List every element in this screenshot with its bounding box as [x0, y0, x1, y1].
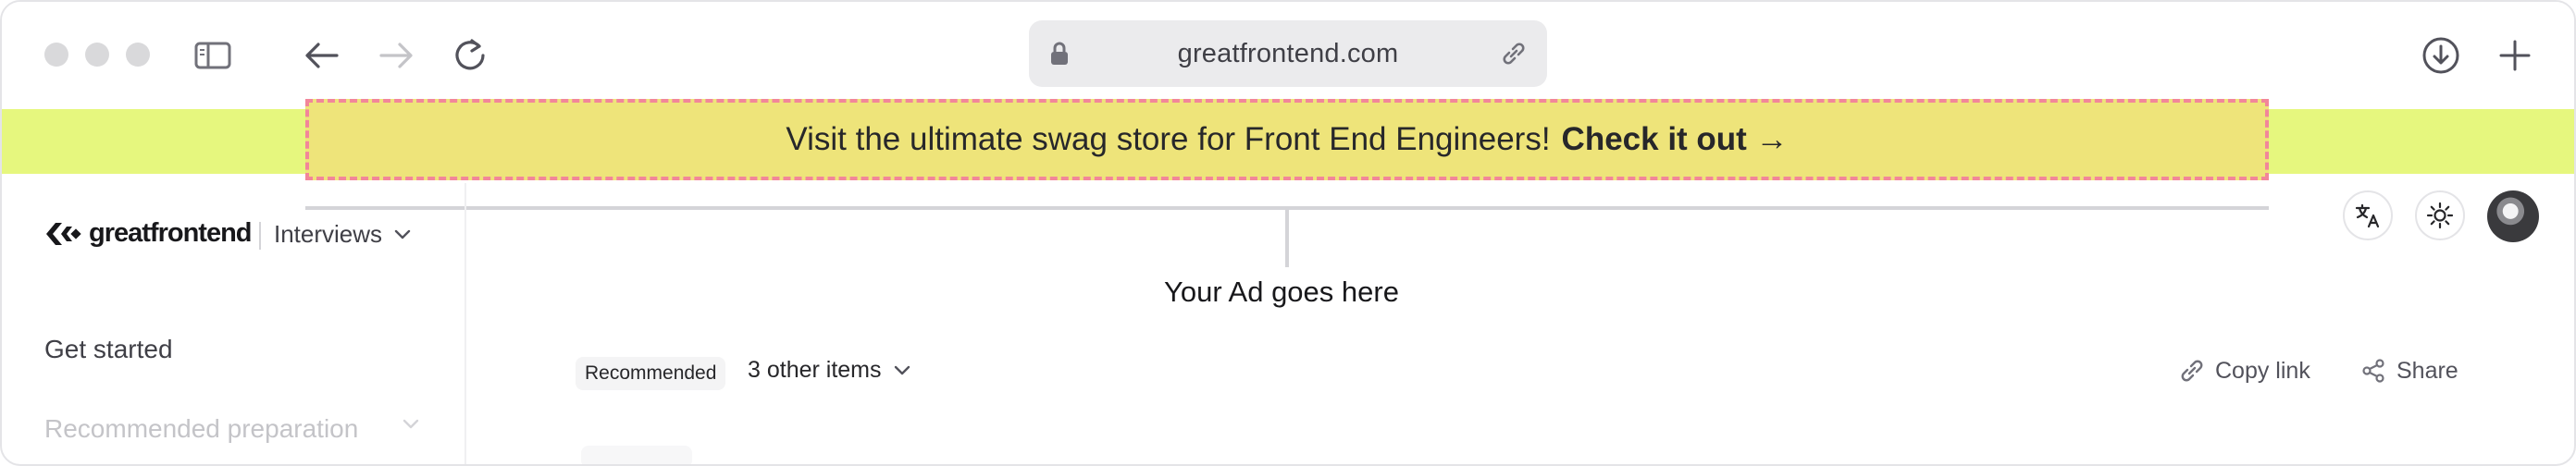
promo-banner-ad-slot[interactable]: Visit the ultimate swag store for Front …	[305, 99, 2269, 180]
faded-content-placeholder	[581, 446, 692, 464]
section-selector[interactable]: Interviews	[274, 220, 412, 249]
window-zoom-dot[interactable]	[126, 43, 150, 67]
greatfrontend-logo-icon	[46, 222, 81, 245]
sidebar-item-label: Recommended preparation	[44, 414, 359, 443]
chevron-down-icon	[394, 229, 411, 239]
forward-arrow-icon[interactable]	[370, 30, 422, 81]
browser-window: greatfrontend.com Visit the ultimate swa…	[0, 0, 2576, 466]
recommended-tag: Recommended	[576, 357, 726, 390]
sun-icon	[2426, 202, 2454, 229]
copy-link-label: Copy link	[2215, 357, 2310, 384]
other-items-dropdown[interactable]: 3 other items	[748, 357, 911, 384]
ad-annotation-label: Your Ad goes here	[1164, 276, 1399, 308]
back-arrow-icon[interactable]	[296, 30, 348, 81]
window-close-dot[interactable]	[44, 43, 68, 67]
translate-icon	[2355, 203, 2380, 228]
chevron-down-icon	[402, 419, 419, 429]
other-items-label: 3 other items	[748, 357, 882, 383]
sidebar-item-recommended-preparation[interactable]: Recommended preparation	[44, 414, 419, 444]
ad-annotation-stem	[1285, 210, 1289, 267]
lock-icon	[1049, 41, 1070, 71]
chevron-down-icon	[894, 365, 910, 374]
theme-toggle-button[interactable]	[2415, 190, 2465, 240]
language-button[interactable]	[2343, 190, 2393, 240]
share-icon	[2362, 359, 2384, 383]
copy-link-button[interactable]: Copy link	[2178, 357, 2310, 385]
brand-logo[interactable]: greatfrontend	[44, 218, 252, 249]
sidebar-divider	[464, 183, 466, 464]
share-label: Share	[2396, 357, 2458, 384]
link-icon[interactable]	[1499, 39, 1529, 73]
browser-toolbar: greatfrontend.com	[2, 2, 2574, 109]
logo-separator	[259, 222, 261, 250]
window-minimize-dot[interactable]	[85, 43, 109, 67]
section-selector-label: Interviews	[274, 220, 383, 248]
user-avatar[interactable]	[2487, 190, 2539, 242]
brand-logo-text: greatfrontend	[89, 218, 252, 248]
sidebar-item-get-started[interactable]: Get started	[44, 335, 173, 364]
reload-icon[interactable]	[444, 30, 496, 81]
share-button[interactable]: Share	[2359, 357, 2458, 385]
download-icon[interactable]	[2415, 30, 2467, 81]
sidebar-toggle-icon[interactable]	[187, 30, 239, 81]
promo-banner-cta[interactable]: Check it out →	[1562, 121, 1789, 158]
link-icon	[2181, 360, 2203, 382]
promo-banner-text: Visit the ultimate swag store for Front …	[786, 121, 1551, 157]
address-bar[interactable]: greatfrontend.com	[1029, 20, 1547, 87]
url-text: greatfrontend.com	[1177, 38, 1399, 68]
new-tab-plus-icon[interactable]	[2489, 30, 2541, 81]
